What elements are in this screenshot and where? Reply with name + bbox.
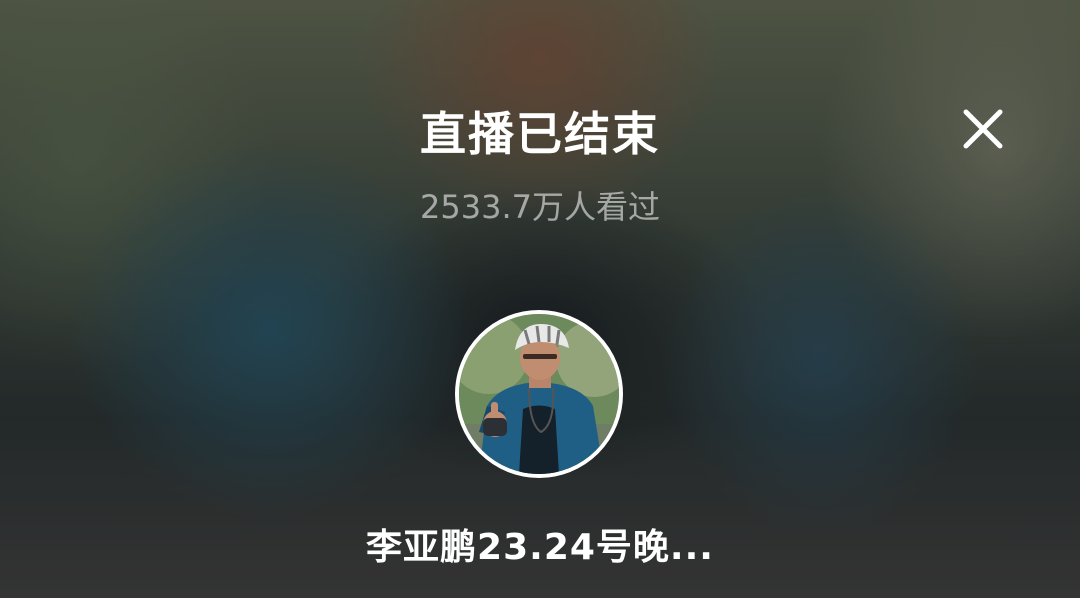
close-icon: [963, 109, 1003, 149]
streamer-avatar[interactable]: [455, 310, 623, 478]
close-button[interactable]: [954, 100, 1012, 158]
background-dim-overlay: [0, 0, 1080, 598]
cyclist-avatar: [459, 314, 619, 474]
live-ended-screen: 直播已结束 2533.7万人看过 李亚鹏23.24号晚...: [0, 0, 1080, 598]
viewer-count: 2533.7万人看过: [420, 188, 660, 226]
streamer-name: 李亚鹏23.24号晚...: [366, 527, 714, 568]
live-ended-title: 直播已结束: [420, 107, 660, 161]
